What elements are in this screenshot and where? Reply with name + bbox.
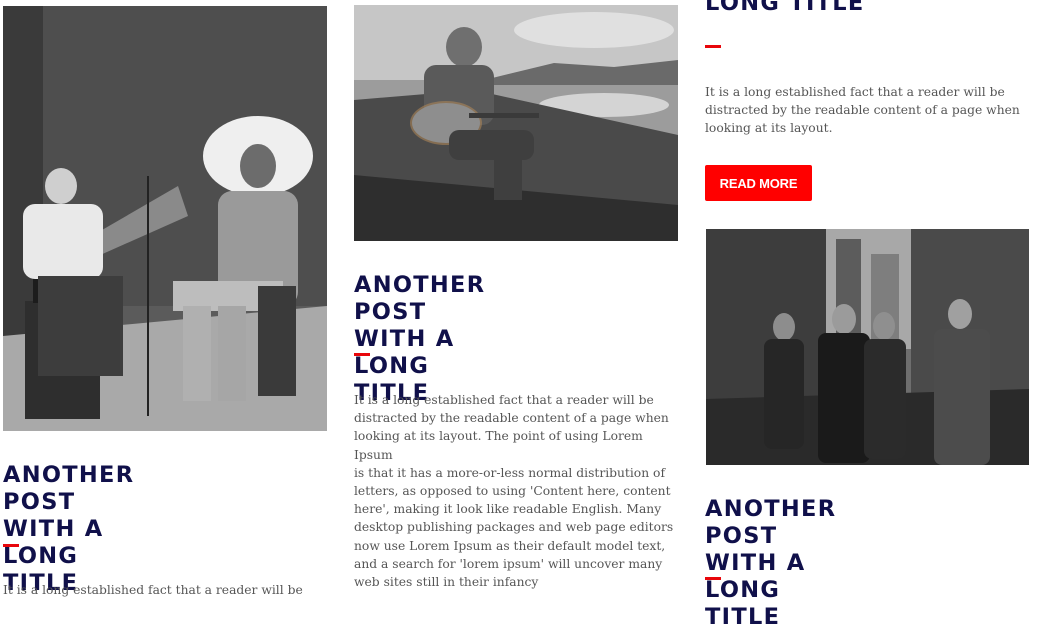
post-excerpt: It is a long established fact that a rea… [3, 583, 303, 597]
post-image[interactable] [706, 229, 1029, 465]
post-title[interactable]: Another post with a long title [354, 272, 485, 407]
post-image[interactable] [354, 5, 678, 241]
title-divider [3, 544, 19, 547]
post-image[interactable] [3, 6, 327, 431]
title-divider [354, 353, 370, 356]
title-divider [705, 45, 721, 48]
post-title[interactable]: Another post with a long title [705, 496, 836, 631]
read-more-button[interactable]: Read more [705, 165, 812, 201]
post-title[interactable]: Another post with a long title [3, 462, 134, 597]
post-title[interactable]: Long title [705, 0, 865, 17]
title-divider [705, 577, 721, 580]
post-excerpt: It is a long established fact that a rea… [354, 393, 674, 590]
post-excerpt: It is a long established fact that a rea… [705, 85, 1020, 136]
